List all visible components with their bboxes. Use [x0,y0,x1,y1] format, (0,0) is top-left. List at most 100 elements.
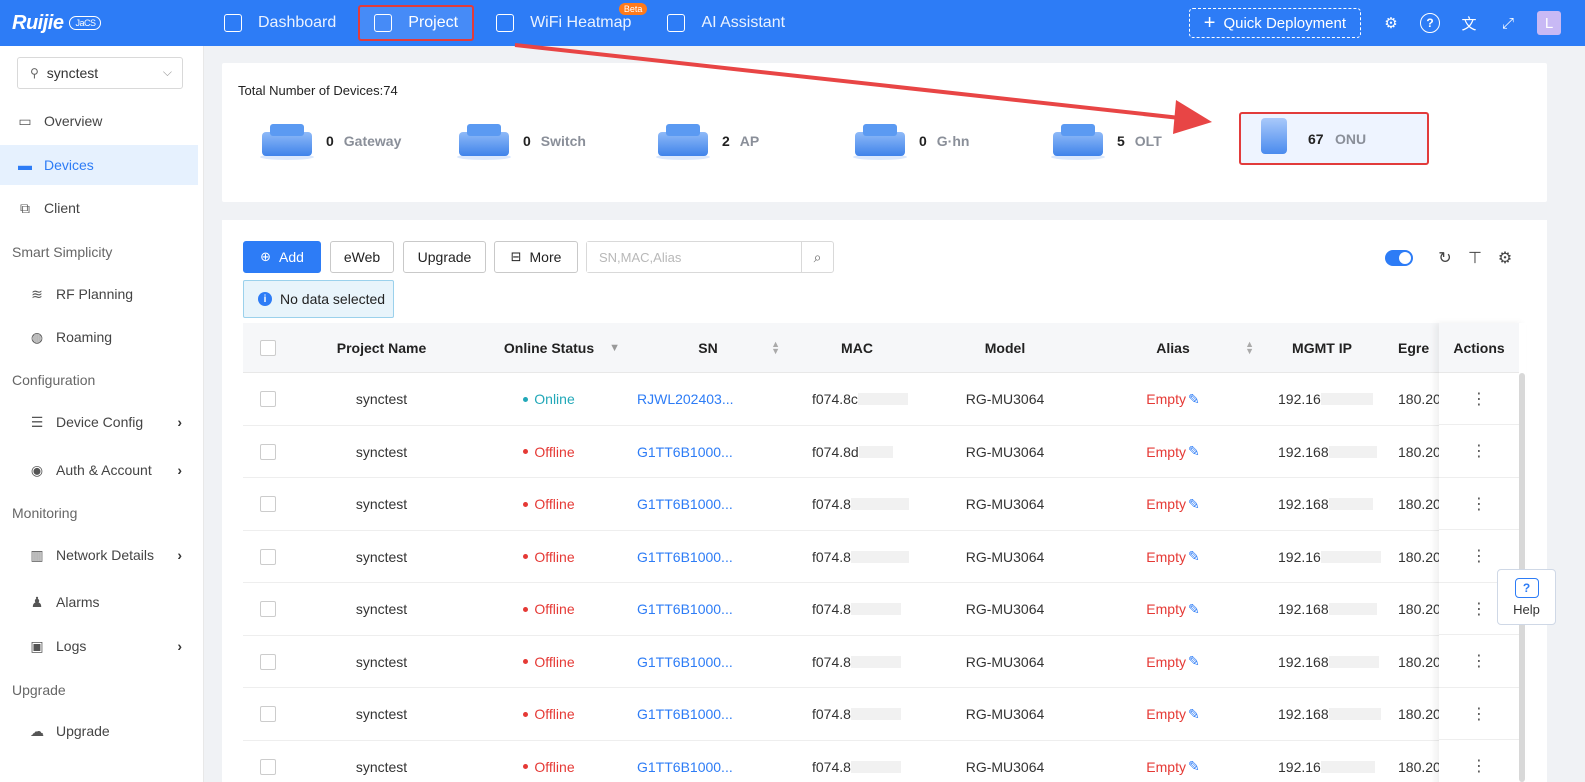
col-project-name[interactable]: Project Name [293,323,470,373]
refresh-icon[interactable]: ↻ [1435,248,1455,268]
table-row[interactable]: synctest Offline G1TT6B1000... f074.8 RG-MU3… [243,530,1526,583]
select-all-checkbox[interactable] [260,340,276,356]
cell-sn[interactable]: G1TT6B1000... [637,478,787,530]
device-type-ghn[interactable]: 0 G·hn [853,118,969,164]
more-button[interactable]: ⊟ More [494,241,578,273]
cell-sn[interactable]: RJWL202403... [637,373,787,425]
row-checkbox[interactable] [260,706,276,722]
table-row[interactable]: synctest Offline G1TT6B1000... f074.8d RG-MU… [243,425,1526,478]
cell-sn[interactable]: G1TT6B1000... [637,531,787,583]
sidebar-item-client[interactable]: ⧉ Client [0,188,198,228]
device-type-switch[interactable]: 0 Switch [457,118,586,164]
table-row[interactable]: synctest Offline G1TT6B1000... f074.8 RG-MU3… [243,478,1526,531]
cell-sn[interactable]: G1TT6B1000... [637,688,787,740]
sidebar-item-device-config[interactable]: ☰ Device Config › [0,402,198,442]
cell-alias[interactable]: Empty ✎ [1084,531,1262,583]
edit-pencil-icon[interactable]: ✎ [1188,496,1200,513]
alias-text: Empty [1146,391,1186,407]
language-icon[interactable]: 文 [1459,13,1479,33]
col-egress[interactable]: Egre [1382,323,1439,373]
eweb-button[interactable]: eWeb [330,241,394,273]
col-alias[interactable]: Alias ▲ ▼ [1084,323,1262,373]
cell-alias[interactable]: Empty ✎ [1084,478,1262,530]
cell-sn[interactable]: G1TT6B1000... [637,741,787,782]
row-checkbox[interactable] [260,496,276,512]
column-height-icon[interactable]: ⊤ [1465,248,1485,268]
fullscreen-icon[interactable]: ⤢ [1498,13,1518,33]
search-icon[interactable]: ⌕ [801,242,833,272]
project-select[interactable]: ⚲ synctest ⌵ [17,57,183,89]
row-checkbox[interactable] [260,443,276,460]
col-mac[interactable]: MAC [788,323,926,373]
avatar[interactable]: L [1537,11,1561,35]
row-actions-menu-icon[interactable]: ⋮ [1439,478,1519,530]
settings-gear-icon[interactable]: ⚙ [1381,13,1401,33]
row-checkbox[interactable] [260,758,276,775]
table-row[interactable]: synctest Online RJWL202403... f074.8c RG-MU3… [243,373,1526,426]
nav-wifi-heatmap[interactable]: WiFi Heatmap Beta [482,3,648,41]
row-checkbox[interactable] [260,601,276,617]
edit-pencil-icon[interactable]: ✎ [1188,443,1200,460]
filter-icon[interactable]: ▼ [609,342,620,353]
edit-pencil-icon[interactable]: ✎ [1188,706,1200,723]
brand-logo[interactable]: Ruijie JaCS [0,0,210,46]
cell-alias[interactable]: Empty ✎ [1084,583,1262,635]
nav-project[interactable]: Project [358,5,475,41]
edit-pencil-icon[interactable]: ✎ [1188,601,1200,618]
sidebar-item-logs[interactable]: ▣ Logs › [0,626,198,666]
sidebar-item-alarms[interactable]: ♟ Alarms [0,582,198,622]
cell-alias[interactable]: Empty ✎ [1084,688,1262,740]
search-input[interactable] [587,242,801,272]
cell-sn[interactable]: G1TT6B1000... [637,636,787,688]
table-settings-icon[interactable]: ⚙ [1495,248,1515,268]
row-checkbox[interactable] [260,391,276,407]
edit-pencil-icon[interactable]: ✎ [1188,391,1200,408]
sidebar-item-devices[interactable]: ▬ Devices [0,145,198,185]
edit-pencil-icon[interactable]: ✎ [1188,548,1200,565]
sidebar-item-roaming[interactable]: ◍ Roaming [0,317,198,357]
help-button[interactable]: ? Help [1497,569,1556,625]
table-row[interactable]: synctest Offline G1TT6B1000... f074.8 RG-MU3… [243,688,1526,741]
sidebar-item-overview[interactable]: ▭ Overview [0,101,198,141]
help-question-icon[interactable]: ? [1420,13,1440,33]
edit-pencil-icon[interactable]: ✎ [1188,758,1200,775]
col-sn[interactable]: SN ▲ ▼ [628,323,788,373]
nav-dashboard[interactable]: Dashboard [210,5,350,41]
cell-alias[interactable]: Empty ✎ [1084,636,1262,688]
table-row[interactable]: synctest Offline G1TT6B1000... f074.8 RG-MU3… [243,583,1526,636]
nav-ai-assistant[interactable]: AI Assistant [653,5,799,41]
sort-icon[interactable]: ▲ ▼ [771,340,780,356]
table-row[interactable]: synctest Offline G1TT6B1000... f074.8 RG-MU3… [243,635,1526,688]
device-type-onu[interactable]: 67 ONU [1239,112,1429,165]
edit-pencil-icon[interactable]: ✎ [1188,653,1200,670]
upgrade-button[interactable]: Upgrade [403,241,486,273]
row-checkbox[interactable] [260,653,276,670]
row-checkbox[interactable] [260,548,276,565]
add-button[interactable]: ⊕ Add [243,241,321,273]
device-type-olt[interactable]: 5 OLT [1051,118,1162,164]
sort-icon[interactable]: ▲ ▼ [1245,340,1254,356]
row-actions-menu-icon[interactable]: ⋮ [1439,741,1519,782]
cell-alias[interactable]: Empty ✎ [1084,373,1262,425]
cell-alias[interactable]: Empty ✎ [1084,741,1262,782]
auto-refresh-toggle[interactable] [1385,250,1413,266]
row-actions-menu-icon[interactable]: ⋮ [1439,636,1519,688]
col-model[interactable]: Model [926,323,1084,373]
device-type-ap[interactable]: 2 AP [656,118,759,164]
col-sn-label: SN [698,340,718,356]
sidebar-item-rf-planning[interactable]: ≋ RF Planning [0,274,198,314]
cell-sn[interactable]: G1TT6B1000... [637,426,787,478]
sidebar-item-auth-account[interactable]: ◉ Auth & Account › [0,450,198,490]
table-row[interactable]: synctest Offline G1TT6B1000... f074.8 RG-MU3… [243,740,1526,782]
cell-sn[interactable]: G1TT6B1000... [637,583,787,635]
col-mgmt-ip[interactable]: MGMT IP [1262,323,1382,373]
sidebar-item-upgrade[interactable]: ☁ Upgrade [0,711,198,751]
col-online-status[interactable]: Online Status ▼ [470,323,628,373]
device-type-gateway[interactable]: 0 Gateway [260,118,401,164]
cell-alias[interactable]: Empty ✎ [1084,426,1262,478]
sidebar-item-network-details[interactable]: ▥ Network Details › [0,535,198,575]
row-actions-menu-icon[interactable]: ⋮ [1439,373,1519,425]
row-actions-menu-icon[interactable]: ⋮ [1439,426,1519,478]
row-actions-menu-icon[interactable]: ⋮ [1439,688,1519,740]
quick-deployment-button[interactable]: + Quick Deployment [1188,8,1361,38]
